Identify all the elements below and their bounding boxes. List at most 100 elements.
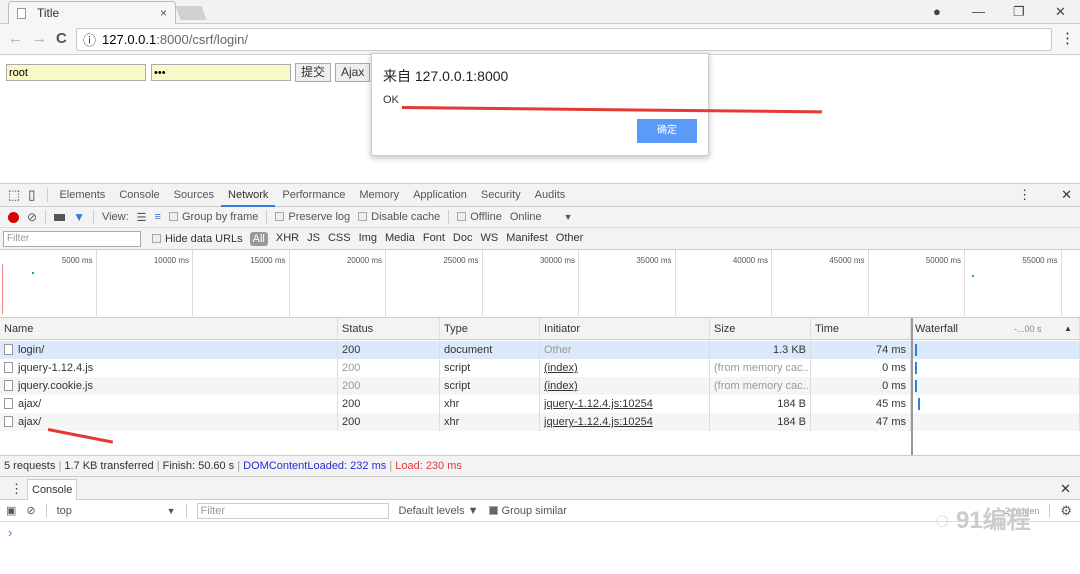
- table-row[interactable]: login/200 document Other 1.3 KB 74 ms: [0, 341, 1080, 359]
- cell-initiator[interactable]: (index): [540, 377, 710, 395]
- filter-type-img[interactable]: Img: [359, 232, 377, 246]
- group-similar-checkbox[interactable]: Group similar: [488, 505, 567, 517]
- filter-type-xhr[interactable]: XHR: [276, 232, 299, 246]
- overview-tick-label: 55000 ms: [965, 250, 1062, 318]
- url-path: :8000/csrf/login/: [156, 32, 249, 47]
- page-icon: [17, 7, 26, 19]
- cell-initiator: Other: [540, 341, 710, 359]
- console-prompt[interactable]: ›: [8, 525, 12, 540]
- clear-icon[interactable]: ⊘: [27, 210, 37, 224]
- tab-network[interactable]: Network: [221, 184, 276, 207]
- filter-type-doc[interactable]: Doc: [453, 232, 473, 246]
- hide-data-urls-checkbox[interactable]: Hide data URLs: [152, 233, 243, 245]
- waterfall-view-icon[interactable]: ≡: [155, 211, 161, 223]
- cell-initiator[interactable]: jquery-1.12.4.js:10254: [540, 395, 710, 413]
- column-header-time[interactable]: Time: [811, 318, 911, 339]
- filter-input[interactable]: Filter: [3, 230, 141, 247]
- filter-type-media[interactable]: Media: [385, 232, 415, 246]
- cell-type: script: [440, 377, 540, 395]
- sort-ascending-icon[interactable]: ▲: [1060, 318, 1072, 339]
- filter-type-ws[interactable]: WS: [480, 232, 498, 246]
- context-select[interactable]: top: [57, 505, 157, 517]
- filter-icon[interactable]: ▼: [73, 210, 85, 224]
- column-header-name[interactable]: Name: [0, 318, 338, 339]
- column-header-size[interactable]: Size: [710, 318, 811, 339]
- table-row[interactable]: ajax/200 xhr jquery-1.12.4.js:10254 184 B 47…: [0, 413, 1080, 431]
- network-overview[interactable]: 5000 ms 10000 ms 15000 ms 20000 ms 25000 ms 3…: [0, 250, 1080, 318]
- drawer-close-icon[interactable]: ✕: [1060, 481, 1071, 497]
- info-icon[interactable]: ⓘ: [83, 30, 96, 49]
- cell-status: 200: [338, 341, 440, 359]
- close-window-icon[interactable]: ✕: [1055, 4, 1066, 20]
- tab-memory[interactable]: Memory: [352, 184, 406, 207]
- preserve-log-checkbox[interactable]: Preserve log: [275, 211, 350, 223]
- dialog-title: 来自 127.0.0.1:8000: [383, 68, 509, 84]
- cell-status-text: 200: [342, 362, 361, 374]
- devtools-close-icon[interactable]: ✕: [1061, 187, 1072, 203]
- overview-tick-label: 15000 ms: [193, 250, 290, 318]
- table-row[interactable]: jquery.cookie.js 200 script (index) (from me…: [0, 377, 1080, 395]
- cell-size: 184 B: [710, 413, 811, 431]
- filter-type-css[interactable]: CSS: [328, 232, 351, 246]
- drawer-tab-console[interactable]: Console: [27, 479, 78, 500]
- tab-application[interactable]: Application: [406, 184, 474, 207]
- table-row[interactable]: jquery-1.12.4.js 200 script (index) (from me…: [0, 359, 1080, 377]
- context-dropdown-icon[interactable]: ▼: [167, 506, 176, 516]
- log-levels-select[interactable]: Default levels ▼: [399, 505, 479, 517]
- disable-cache-checkbox[interactable]: Disable cache: [358, 211, 440, 223]
- column-header-status[interactable]: Status: [338, 318, 440, 339]
- tab-elements[interactable]: Elements: [52, 184, 112, 207]
- ajax-button[interactable]: Ajax: [335, 63, 371, 82]
- filter-type-other[interactable]: Other: [556, 232, 584, 246]
- filter-type-js[interactable]: JS: [307, 232, 320, 246]
- offline-checkbox[interactable]: Offline: [457, 211, 502, 223]
- forward-icon[interactable]: →: [32, 30, 47, 47]
- devtools-menu-icon[interactable]: ⋮: [1018, 187, 1031, 203]
- filter-type-all[interactable]: All: [249, 231, 268, 246]
- submit-button[interactable]: 提交: [295, 63, 332, 82]
- restore-icon[interactable]: ❐: [1013, 4, 1025, 20]
- column-header-waterfall[interactable]: Waterfall: [911, 318, 1080, 339]
- capture-screenshots-icon[interactable]: [54, 213, 66, 221]
- throttling-select[interactable]: Online: [510, 211, 542, 223]
- cell-time: 74 ms: [811, 341, 911, 359]
- device-toolbar-icon[interactable]: ▯: [28, 187, 35, 203]
- tab-security[interactable]: Security: [474, 184, 528, 207]
- console-settings-icon[interactable]: ⚙: [1060, 503, 1072, 519]
- large-rows-icon[interactable]: ☰: [137, 211, 147, 224]
- password-input[interactable]: [151, 64, 291, 81]
- tab-audits[interactable]: Audits: [528, 184, 573, 207]
- filter-type-font[interactable]: Font: [423, 232, 445, 246]
- tab-performance[interactable]: Performance: [275, 184, 352, 207]
- cell-initiator[interactable]: jquery-1.12.4.js:10254: [540, 413, 710, 431]
- tab-close-icon[interactable]: ×: [160, 6, 167, 20]
- waterfall-divider[interactable]: [911, 318, 913, 455]
- column-header-type[interactable]: Type: [440, 318, 540, 339]
- menu-icon[interactable]: ⋮: [1060, 29, 1075, 47]
- record-icon[interactable]: [8, 211, 19, 223]
- username-input[interactable]: [6, 64, 146, 81]
- throttling-dropdown-icon[interactable]: ▼: [564, 212, 573, 222]
- url-input[interactable]: ⓘ 127.0.0.1:8000/csrf/login/: [76, 28, 1052, 51]
- cell-initiator[interactable]: (index): [540, 359, 710, 377]
- url-host: 127.0.0.1: [102, 32, 157, 47]
- new-tab-button[interactable]: [175, 6, 207, 20]
- network-toolbar: ⊘ ▼ View: ☰ ≡ Group by frame Preserve lo…: [0, 207, 1080, 228]
- table-row[interactable]: ajax/200 xhr jquery-1.12.4.js:10254 184 B 45…: [0, 395, 1080, 413]
- tab-sources[interactable]: Sources: [167, 184, 221, 207]
- reload-icon[interactable]: C: [56, 30, 67, 47]
- back-icon[interactable]: ←: [8, 30, 23, 47]
- drawer-menu-icon[interactable]: ⋮: [10, 481, 23, 497]
- inspect-icon[interactable]: ⬚: [8, 187, 20, 203]
- dialog-ok-button[interactable]: 确定: [637, 119, 697, 143]
- profile-icon[interactable]: ●: [933, 4, 941, 19]
- sidebar-toggle-icon[interactable]: ▣: [6, 504, 16, 517]
- group-by-frame-checkbox[interactable]: Group by frame: [168, 211, 258, 223]
- console-filter-input[interactable]: Filter: [196, 502, 389, 519]
- clear-console-icon[interactable]: ⊘: [26, 504, 35, 517]
- minimize-icon[interactable]: —: [972, 4, 985, 19]
- column-header-initiator[interactable]: Initiator: [540, 318, 710, 339]
- filter-type-manifest[interactable]: Manifest: [506, 232, 548, 246]
- tab-console[interactable]: Console: [112, 184, 166, 207]
- browser-tab[interactable]: Title ×: [8, 1, 176, 24]
